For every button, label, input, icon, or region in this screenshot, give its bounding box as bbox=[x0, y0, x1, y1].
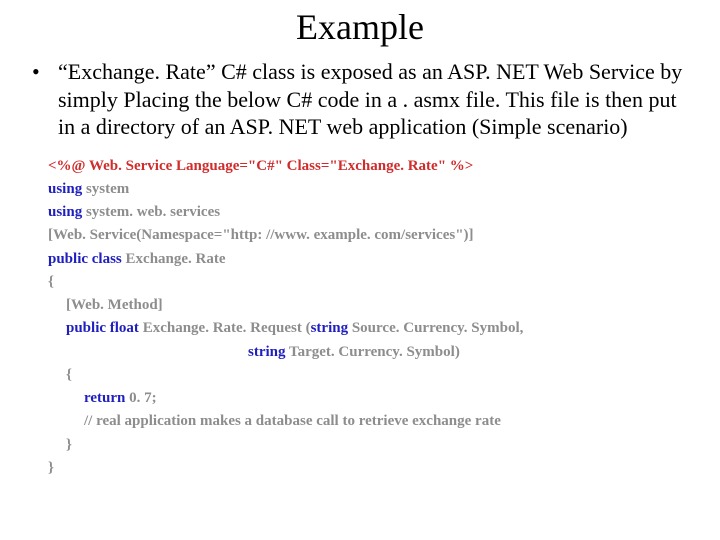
code-attribute: [Web. Service(Namespace="http: //www. ex… bbox=[48, 227, 474, 243]
code-keyword: string bbox=[311, 320, 349, 336]
code-keyword: using bbox=[48, 181, 82, 197]
code-text: 0. 7; bbox=[125, 390, 156, 406]
code-text: system. web. services bbox=[82, 204, 220, 220]
code-text: system bbox=[82, 181, 129, 197]
code-attribute: [Web. Method] bbox=[48, 294, 163, 317]
code-text: Source. Currency. Symbol, bbox=[348, 320, 523, 336]
code-text: Exchange. Rate. Request ( bbox=[139, 320, 311, 336]
code-keyword: public class bbox=[48, 251, 122, 267]
bullet-dot-icon: • bbox=[28, 58, 58, 86]
code-keyword: string bbox=[248, 344, 286, 360]
code-block: <%@ Web. Service Language="C#" Class="Ex… bbox=[48, 155, 692, 481]
code-keyword: return bbox=[84, 390, 125, 406]
bullet-item: • “Exchange. Rate” C# class is exposed a… bbox=[28, 58, 692, 141]
code-text: Exchange. Rate bbox=[122, 251, 226, 267]
slide-title: Example bbox=[28, 6, 692, 48]
code-brace: } bbox=[48, 460, 54, 476]
code-brace: { bbox=[48, 364, 72, 387]
code-comment: // real application makes a database cal… bbox=[48, 410, 501, 433]
code-brace: } bbox=[48, 434, 72, 457]
code-directive: <%@ Web. Service Language="C#" Class="Ex… bbox=[48, 158, 473, 174]
code-brace: { bbox=[48, 274, 54, 290]
slide: Example • “Exchange. Rate” C# class is e… bbox=[0, 0, 720, 540]
bullet-text: “Exchange. Rate” C# class is exposed as … bbox=[58, 58, 692, 141]
code-text: Target. Currency. Symbol) bbox=[286, 344, 460, 360]
code-keyword: public float bbox=[66, 320, 139, 336]
code-keyword: using bbox=[48, 204, 82, 220]
